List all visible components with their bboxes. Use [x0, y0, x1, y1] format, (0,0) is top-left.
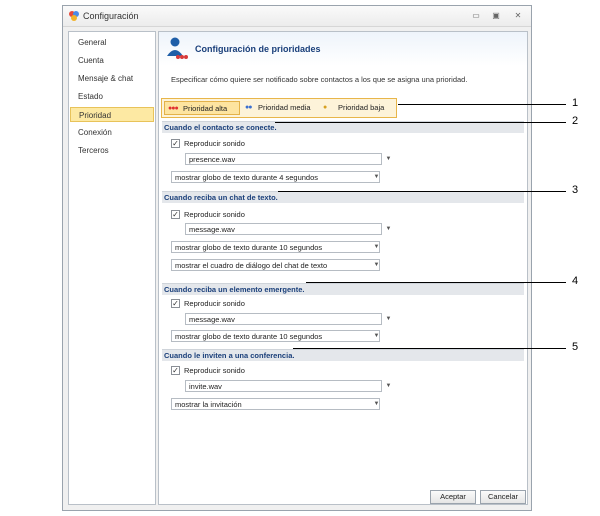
checkbox-checked[interactable]: ✓ [171, 139, 180, 148]
accept-button[interactable]: Aceptar [430, 490, 476, 504]
tab-label: Prioridad media [258, 103, 311, 112]
dropdown-value: message.wav [189, 225, 235, 234]
callout-line [306, 282, 566, 283]
dropdown-value: mostrar globo de texto durante 4 segundo… [175, 173, 319, 182]
sidebar-item-terceros[interactable]: Terceros [70, 143, 154, 158]
dropdown-value: mostrar globo de texto durante 10 segund… [175, 243, 323, 252]
dropdown-value: presence.wav [189, 155, 236, 164]
sidebar-item-mensaje-chat[interactable]: Mensaje & chat [70, 71, 154, 86]
chevron-down-icon[interactable]: ▼ [384, 314, 393, 324]
checkbox-label: Reproducir sonido [184, 210, 245, 219]
dropdown-value: mostrar globo de texto durante 10 segund… [175, 332, 323, 341]
balloon-duration-dropdown[interactable]: mostrar globo de texto durante 4 segundo… [171, 171, 380, 183]
section-title: Cuando el contacto se conecte. [164, 123, 277, 132]
sidebar-item-cuenta[interactable]: Cuenta [70, 53, 154, 68]
page-description: Especificar cómo quiere ser notificado s… [171, 75, 468, 84]
checkbox-label: Reproducir sonido [184, 366, 245, 375]
sound-file-dropdown[interactable]: presence.wav ▼ [185, 153, 391, 165]
cancel-button[interactable]: Cancelar [480, 490, 526, 504]
sidebar: General Cuenta Mensaje & chat Estado Pri… [68, 31, 156, 505]
callout-number: 3 [572, 184, 579, 196]
dropdown-value: invite.wav [189, 382, 222, 391]
dropdown-value: message.wav [189, 315, 235, 324]
priority-users-icon [167, 37, 188, 59]
section-header: Cuando reciba un elemento emergente. [162, 283, 524, 295]
medium-priority-icon: ●● [245, 104, 253, 111]
callout-number: 2 [572, 115, 579, 127]
checkbox-checked[interactable]: ✓ [171, 299, 180, 308]
tab-prioridad-baja[interactable]: ● Prioridad baja [320, 101, 394, 115]
sidebar-item-prioridad[interactable]: Prioridad [70, 107, 154, 122]
callout-line [278, 191, 566, 192]
checkbox-checked[interactable]: ✓ [171, 366, 180, 375]
section-title: Cuando reciba un elemento emergente. [164, 285, 305, 294]
balloon-duration-dropdown[interactable]: mostrar globo de texto durante 10 segund… [171, 241, 380, 253]
section-title: Cuando le inviten a una conferencia. [164, 351, 295, 360]
sidebar-item-general[interactable]: General [70, 35, 154, 50]
sidebar-item-conexion[interactable]: Conexión [70, 125, 154, 140]
low-priority-icon: ● [323, 104, 327, 111]
settings-window: Configuración ▭ ▣ ✕ General Cuenta Mensa… [62, 5, 532, 511]
sound-file-dropdown[interactable]: invite.wav ▼ [185, 380, 391, 392]
callout-line [398, 104, 566, 105]
checkbox-label: Reproducir sonido [184, 299, 245, 308]
callout-line [293, 348, 566, 349]
close-button[interactable]: ✕ [513, 11, 523, 21]
panel-header: Configuración de prioridades [159, 32, 527, 66]
tab-label: Prioridad alta [183, 104, 228, 113]
window-title: Configuración [83, 11, 139, 21]
sound-file-dropdown[interactable]: message.wav ▼ [185, 223, 391, 235]
tab-prioridad-media[interactable]: ●● Prioridad media [242, 101, 318, 115]
dropdown-value: mostrar la invitación [175, 400, 242, 409]
callout-number: 5 [572, 341, 579, 353]
page-title: Configuración de prioridades [195, 44, 321, 54]
chevron-down-icon[interactable]: ▼ [372, 172, 381, 182]
callout-number: 1 [572, 97, 579, 109]
chevron-down-icon[interactable]: ▼ [372, 331, 381, 341]
minimize-button[interactable]: ▭ [471, 11, 481, 21]
dropdown-value: mostrar el cuadro de diálogo del chat de… [175, 261, 328, 270]
chevron-down-icon[interactable]: ▼ [372, 399, 381, 409]
section-title: Cuando reciba un chat de texto. [164, 193, 278, 202]
section-header: Cuando reciba un chat de texto. [162, 191, 524, 203]
chevron-down-icon[interactable]: ▼ [372, 260, 381, 270]
maximize-button[interactable]: ▣ [491, 11, 501, 21]
chevron-down-icon[interactable]: ▼ [372, 242, 381, 252]
checkbox-label: Reproducir sonido [184, 139, 245, 148]
chevron-down-icon[interactable]: ▼ [384, 154, 393, 164]
title-bar: Configuración ▭ ▣ ✕ [63, 6, 531, 27]
main-panel: Configuración de prioridades Especificar… [158, 31, 528, 505]
sound-file-dropdown[interactable]: message.wav ▼ [185, 313, 391, 325]
balloon-duration-dropdown[interactable]: mostrar globo de texto durante 10 segund… [171, 330, 380, 342]
priority-tabs: ●●● Prioridad alta ●● Prioridad media ● … [161, 98, 397, 118]
sidebar-item-estado[interactable]: Estado [70, 89, 154, 104]
checkbox-checked[interactable]: ✓ [171, 210, 180, 219]
chevron-down-icon[interactable]: ▼ [384, 224, 393, 234]
section-header: Cuando le inviten a una conferencia. [162, 349, 524, 361]
chevron-down-icon[interactable]: ▼ [384, 381, 393, 391]
tab-label: Prioridad baja [338, 103, 385, 112]
chat-dialog-dropdown[interactable]: mostrar el cuadro de diálogo del chat de… [171, 259, 380, 271]
callout-line [275, 122, 566, 123]
callout-number: 4 [572, 275, 579, 287]
invitation-dropdown[interactable]: mostrar la invitación ▼ [171, 398, 380, 410]
tab-prioridad-alta[interactable]: ●●● Prioridad alta [164, 101, 240, 115]
high-priority-icon: ●●● [168, 105, 179, 112]
app-icon [69, 11, 79, 21]
